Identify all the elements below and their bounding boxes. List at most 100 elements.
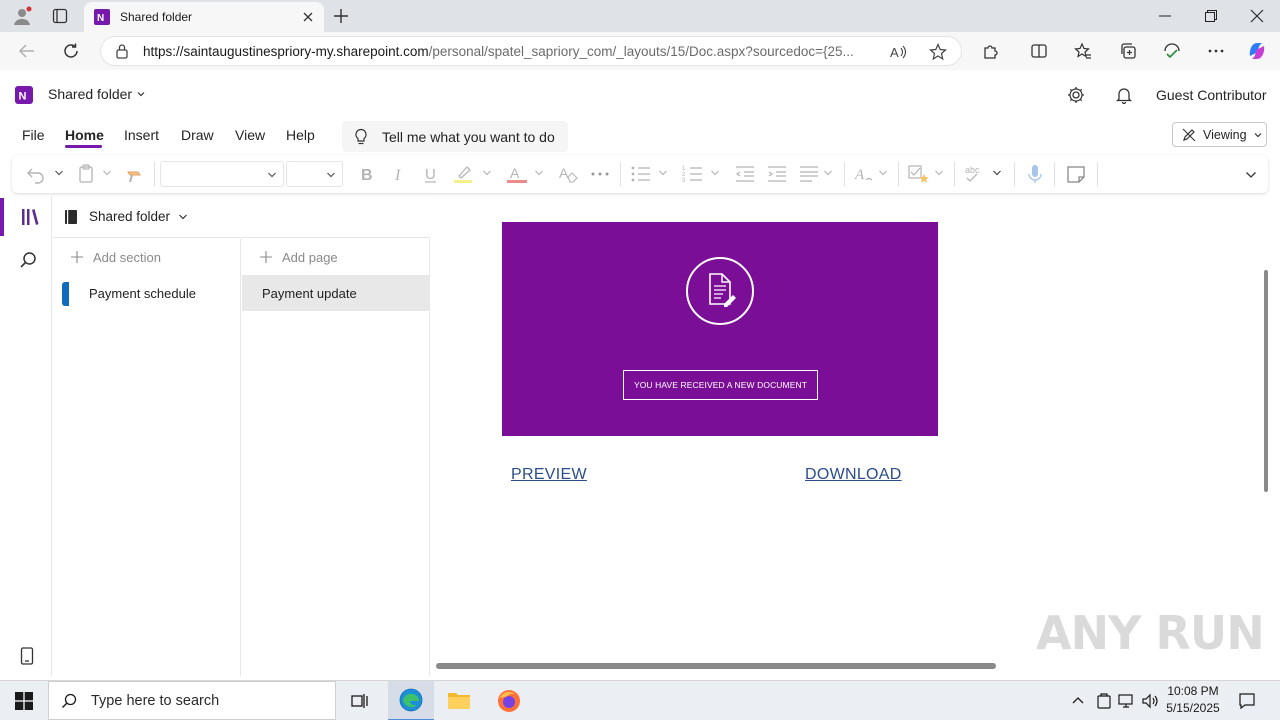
split-screen-icon[interactable] bbox=[1030, 42, 1048, 60]
highlight-icon[interactable] bbox=[453, 164, 475, 184]
font-color-icon[interactable]: A bbox=[506, 164, 528, 184]
menu-help[interactable]: Help bbox=[286, 127, 315, 143]
styles-icon[interactable]: A bbox=[854, 164, 876, 184]
browser-essentials-icon[interactable] bbox=[1163, 42, 1181, 60]
dictate-microphone-icon[interactable] bbox=[1026, 164, 1044, 184]
download-link[interactable]: DOWNLOAD bbox=[805, 466, 902, 484]
file-explorer-icon[interactable] bbox=[447, 689, 471, 711]
menu-draw[interactable]: Draw bbox=[181, 127, 214, 143]
tab-actions-icon[interactable] bbox=[52, 8, 68, 24]
close-window-icon[interactable] bbox=[1250, 9, 1264, 23]
font-family-dropdown[interactable] bbox=[160, 161, 284, 187]
increase-indent-icon[interactable] bbox=[766, 164, 788, 184]
lock-icon[interactable] bbox=[115, 43, 129, 59]
chevron-down-icon bbox=[267, 170, 277, 180]
refresh-icon[interactable] bbox=[62, 42, 80, 60]
mobile-view-icon[interactable] bbox=[20, 647, 34, 665]
paste-chevron-icon[interactable] bbox=[102, 168, 112, 178]
highlight-chevron-icon[interactable] bbox=[482, 168, 492, 178]
bold-icon[interactable]: B bbox=[359, 164, 375, 184]
vertical-scrollbar[interactable] bbox=[1264, 270, 1268, 492]
copilot-icon[interactable] bbox=[1246, 40, 1268, 62]
clock-date: 5/15/2025 bbox=[1166, 701, 1220, 715]
underline-icon[interactable]: U bbox=[423, 164, 439, 184]
preview-link[interactable]: PREVIEW bbox=[511, 466, 587, 484]
address-bar[interactable]: https://saintaugustinespriory-my.sharepo… bbox=[100, 36, 962, 66]
horizontal-scrollbar[interactable] bbox=[436, 663, 996, 669]
notebook-title-dropdown[interactable]: Shared folder bbox=[48, 86, 146, 102]
spelling-chevron-icon[interactable] bbox=[992, 168, 1002, 178]
tag-chevron-icon[interactable] bbox=[934, 168, 944, 178]
notebook-title: Shared folder bbox=[48, 86, 133, 102]
tag-icon[interactable] bbox=[908, 164, 930, 184]
bullets-icon[interactable] bbox=[630, 164, 652, 184]
italic-icon[interactable]: I bbox=[392, 164, 406, 184]
decrease-indent-icon[interactable] bbox=[734, 164, 756, 184]
browser-tab-active[interactable]: N Shared folder bbox=[84, 2, 324, 32]
chevron-down-icon bbox=[136, 89, 146, 99]
more-formatting-icon[interactable] bbox=[590, 164, 610, 184]
favorite-star-icon[interactable] bbox=[929, 43, 947, 61]
numbering-icon[interactable]: 123 bbox=[682, 164, 704, 184]
notebooks-library-icon[interactable] bbox=[20, 207, 40, 227]
favorites-icon[interactable] bbox=[1074, 42, 1092, 60]
clear-formatting-icon[interactable]: A bbox=[557, 164, 579, 184]
menu-home[interactable]: Home bbox=[65, 127, 104, 143]
search-icon[interactable] bbox=[19, 251, 37, 269]
system-clock[interactable]: 10:08 PM 5/15/2025 bbox=[1160, 683, 1226, 717]
spelling-icon[interactable]: abc bbox=[964, 164, 986, 184]
bullets-chevron-icon[interactable] bbox=[658, 168, 668, 178]
volume-icon[interactable] bbox=[1141, 692, 1159, 710]
align-chevron-icon[interactable] bbox=[823, 168, 833, 178]
paste-icon[interactable] bbox=[78, 164, 96, 184]
notebook-switcher[interactable]: Shared folder bbox=[53, 196, 430, 238]
task-view-icon[interactable] bbox=[350, 691, 370, 711]
firefox-icon[interactable] bbox=[497, 689, 521, 713]
settings-gear-icon[interactable] bbox=[1066, 85, 1086, 105]
taskbar-edge-active[interactable] bbox=[388, 681, 434, 720]
ribbon-divider bbox=[620, 162, 621, 186]
user-label[interactable]: Guest Contributor bbox=[1156, 87, 1267, 103]
extensions-icon[interactable] bbox=[982, 42, 1000, 60]
url-text[interactable]: https://saintaugustinespriory-my.sharepo… bbox=[143, 44, 873, 59]
add-section-button[interactable]: Add section bbox=[53, 239, 241, 275]
styles-chevron-icon[interactable] bbox=[878, 168, 888, 178]
viewing-mode-dropdown[interactable]: Viewing bbox=[1172, 122, 1267, 147]
undo-icon[interactable] bbox=[26, 164, 46, 184]
document-banner-image[interactable] bbox=[502, 222, 938, 436]
profile-icon[interactable] bbox=[12, 6, 32, 26]
close-tab-icon[interactable] bbox=[302, 11, 314, 23]
windows-start-icon[interactable] bbox=[15, 692, 33, 710]
more-options-icon[interactable] bbox=[1207, 42, 1225, 60]
notification-center-icon[interactable] bbox=[1238, 692, 1256, 710]
security-tray-icon[interactable] bbox=[1096, 692, 1112, 710]
network-icon[interactable] bbox=[1118, 692, 1136, 710]
notification-bell-icon[interactable] bbox=[1116, 86, 1132, 104]
menu-view[interactable]: View bbox=[235, 127, 265, 143]
viewing-label: Viewing bbox=[1203, 127, 1247, 142]
ribbon-divider bbox=[954, 162, 955, 186]
font-color-chevron-icon[interactable] bbox=[534, 168, 544, 178]
font-size-dropdown[interactable] bbox=[286, 161, 343, 187]
undo-chevron-icon[interactable] bbox=[54, 168, 64, 178]
numbering-chevron-icon[interactable] bbox=[710, 168, 720, 178]
tell-me-search[interactable]: Tell me what you want to do bbox=[342, 121, 568, 152]
minimize-icon[interactable] bbox=[1158, 9, 1172, 23]
sticky-note-icon[interactable] bbox=[1066, 164, 1086, 184]
align-icon[interactable] bbox=[798, 164, 820, 184]
show-hidden-icons-chevron-icon[interactable] bbox=[1071, 694, 1085, 708]
ribbon-expand-chevron-icon[interactable] bbox=[1245, 169, 1257, 181]
add-page-button[interactable]: Add page bbox=[242, 239, 430, 275]
menu-insert[interactable]: Insert bbox=[124, 127, 159, 143]
collections-icon[interactable] bbox=[1119, 42, 1137, 60]
read-aloud-icon[interactable]: A bbox=[889, 43, 907, 61]
format-painter-icon[interactable] bbox=[124, 164, 144, 184]
taskbar-search-box[interactable]: Type here to search bbox=[48, 681, 336, 720]
back-icon[interactable] bbox=[18, 42, 36, 60]
received-document-button[interactable]: YOU HAVE RECEIVED A NEW DOCUMENT bbox=[623, 370, 818, 400]
new-tab-icon[interactable] bbox=[332, 7, 350, 25]
section-item-payment-schedule[interactable]: Payment schedule bbox=[53, 275, 241, 311]
page-item-payment-update[interactable]: Payment update bbox=[242, 275, 430, 311]
restore-icon[interactable] bbox=[1204, 9, 1218, 23]
menu-file[interactable]: File bbox=[22, 127, 45, 143]
